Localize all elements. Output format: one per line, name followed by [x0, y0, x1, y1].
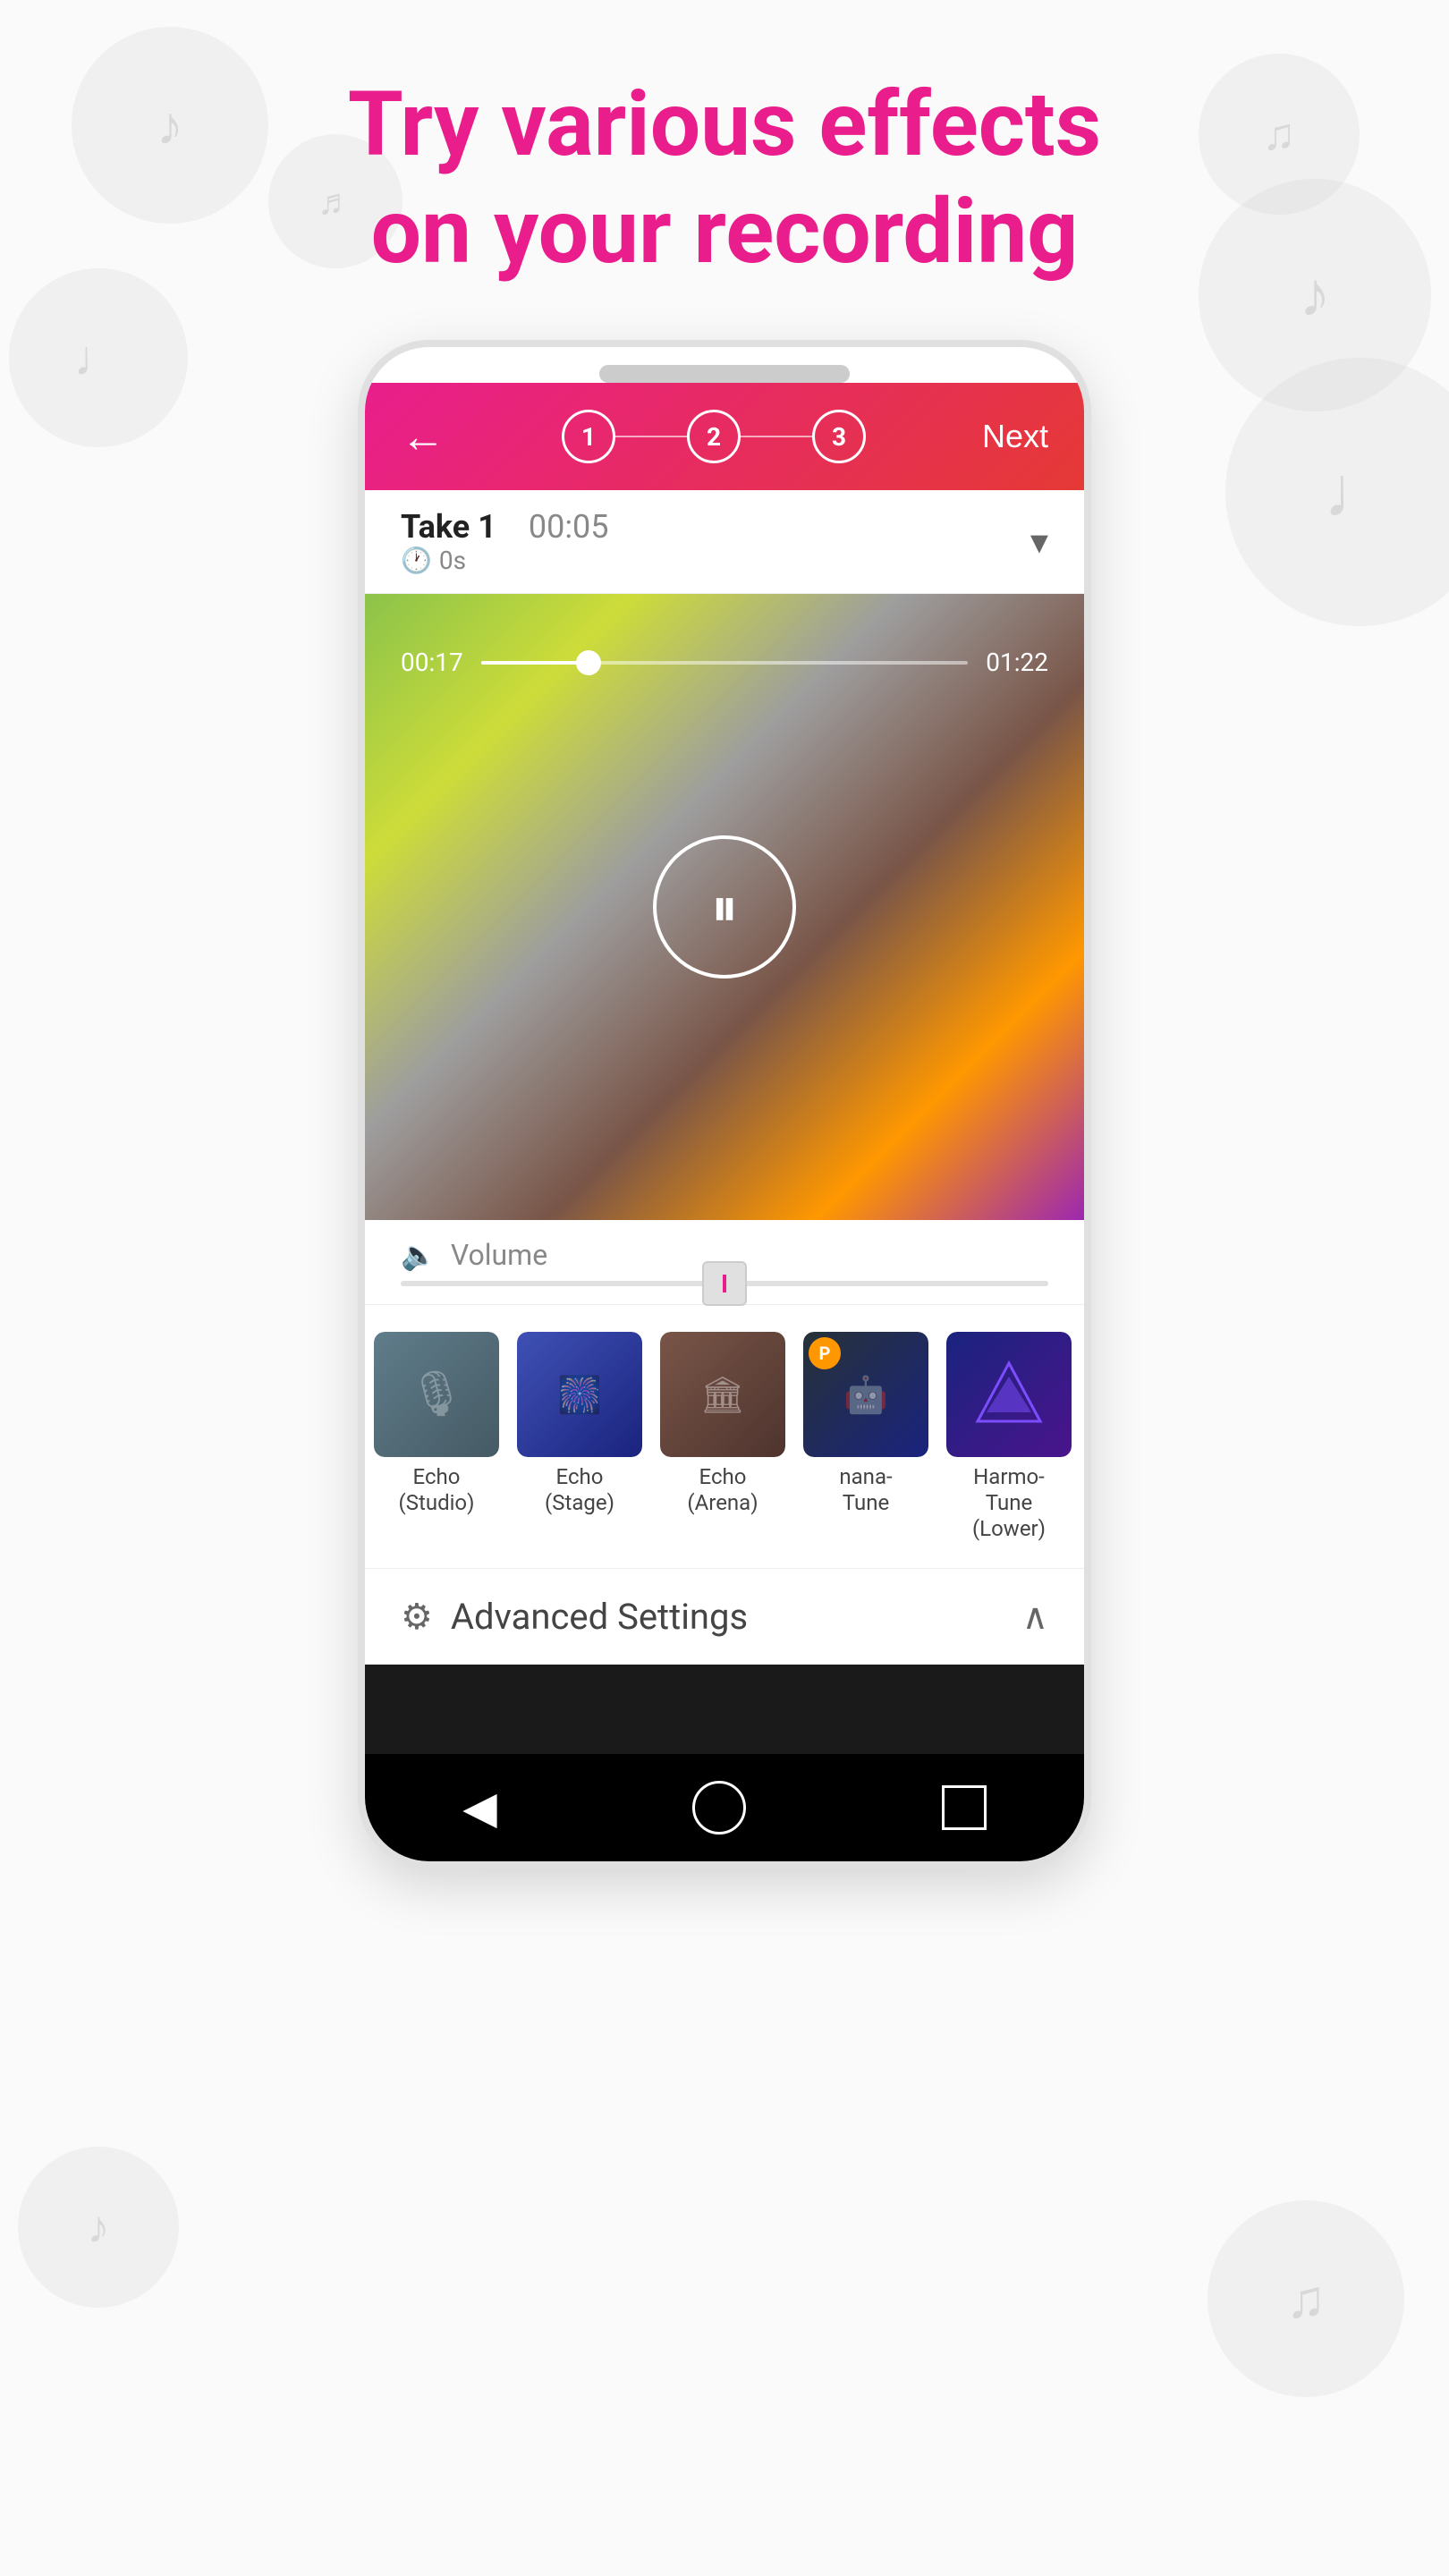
total-time: 01:22 — [986, 648, 1048, 677]
next-button[interactable]: Next — [982, 418, 1048, 455]
bottom-nav: ◀ — [365, 1754, 1084, 1861]
step-indicator: 1 2 3 — [562, 410, 866, 463]
nav-back-button[interactable]: ◀ — [462, 1782, 496, 1835]
volume-thumb-line — [723, 1275, 726, 1292]
advanced-settings-left: ⚙ Advanced Settings — [401, 1596, 748, 1638]
phone-notch — [599, 365, 850, 383]
premium-badge-nana-tune: P — [809, 1337, 841, 1369]
nav-home-button[interactable] — [692, 1781, 746, 1835]
step-line-2 — [741, 436, 812, 437]
clock-icon: 🕐 — [401, 546, 432, 575]
timeline-track[interactable] — [481, 661, 969, 665]
advanced-settings-section: ⚙ Advanced Settings ∧ — [365, 1568, 1084, 1754]
effect-echo-stage[interactable]: 🎆 Echo(Stage) — [508, 1323, 651, 1550]
phone-mockup: ← 1 2 3 Next Take 1 00:05 — [0, 340, 1449, 1868]
gear-icon: ⚙ — [401, 1596, 433, 1638]
advanced-settings-content — [365, 1665, 1084, 1754]
collapse-icon: ∧ — [1022, 1596, 1048, 1638]
effect-echo-arena[interactable]: 🏛 Echo(Arena) — [651, 1323, 794, 1550]
effect-label-echo-studio: Echo(Studio) — [399, 1464, 475, 1516]
timeline-progress — [481, 661, 589, 665]
pause-button[interactable]: ⏸ — [653, 835, 796, 979]
volume-thumb — [702, 1261, 747, 1306]
take-duration: 00:05 — [529, 508, 609, 546]
hero-title-line1: Try various effects — [54, 72, 1395, 179]
step-2: 2 — [687, 410, 741, 463]
effect-thumb-echo-studio: 🎙 — [374, 1332, 499, 1457]
stop-square-icon — [942, 1785, 987, 1830]
take-offset: 🕐 0s — [401, 546, 609, 575]
volume-track[interactable] — [401, 1281, 1048, 1286]
volume-icon: 🔈 — [401, 1238, 436, 1272]
effect-label-nana-tune: nana-Tune — [839, 1464, 892, 1516]
back-button[interactable]: ← — [401, 411, 445, 463]
effect-thumb-echo-arena: 🏛 — [660, 1332, 785, 1457]
take-info-bar: Take 1 00:05 🕐 0s ▾ — [365, 490, 1084, 594]
timeline-thumb — [576, 650, 601, 675]
take-chevron[interactable]: ▾ — [1030, 521, 1048, 563]
app-header: ← 1 2 3 Next — [365, 383, 1084, 490]
hero-section: Try various effects on your recording — [0, 0, 1449, 322]
effects-strip: 🎙 Echo(Studio) 🎆 Echo(Stage) 🏛 Echo(Aren… — [365, 1304, 1084, 1568]
step-3: 3 — [812, 410, 866, 463]
effect-label-echo-arena: Echo(Arena) — [687, 1464, 758, 1516]
effect-echo-studio[interactable]: 🎙 Echo(Studio) — [365, 1323, 508, 1550]
effect-label-harmo-lower: Harmo-Tune(Lower) — [972, 1464, 1046, 1541]
effect-harmo-upper[interactable]: Harmo-Tune(Upper) — [1080, 1323, 1084, 1550]
timeline-row: 00:17 01:22 — [401, 648, 1048, 677]
effect-label-echo-stage: Echo(Stage) — [545, 1464, 614, 1516]
advanced-settings-title: Advanced Settings — [451, 1596, 748, 1638]
nav-stop-button[interactable] — [942, 1785, 987, 1830]
effect-thumb-harmo-lower — [946, 1332, 1072, 1457]
take-title: Take 1 — [401, 508, 496, 546]
player-area: 00:17 01:22 ⏸ — [365, 594, 1084, 1220]
step-1: 1 — [562, 410, 615, 463]
effect-thumb-nana-tune: P 🤖 — [803, 1332, 928, 1457]
hero-title-line2: on your recording — [54, 179, 1395, 286]
step-line-1 — [615, 436, 687, 437]
effect-nana-tune[interactable]: P 🤖 nana-Tune — [794, 1323, 937, 1550]
current-time: 00:17 — [401, 648, 463, 677]
phone-frame: ← 1 2 3 Next Take 1 00:05 — [358, 340, 1091, 1868]
home-circle-icon — [692, 1781, 746, 1835]
effect-harmo-lower[interactable]: Harmo-Tune(Lower) — [937, 1323, 1080, 1550]
pause-icon: ⏸ — [711, 876, 738, 939]
effect-thumb-echo-stage: 🎆 — [517, 1332, 642, 1457]
volume-section: 🔈 Volume — [365, 1220, 1084, 1304]
advanced-settings-header[interactable]: ⚙ Advanced Settings ∧ — [365, 1569, 1084, 1665]
